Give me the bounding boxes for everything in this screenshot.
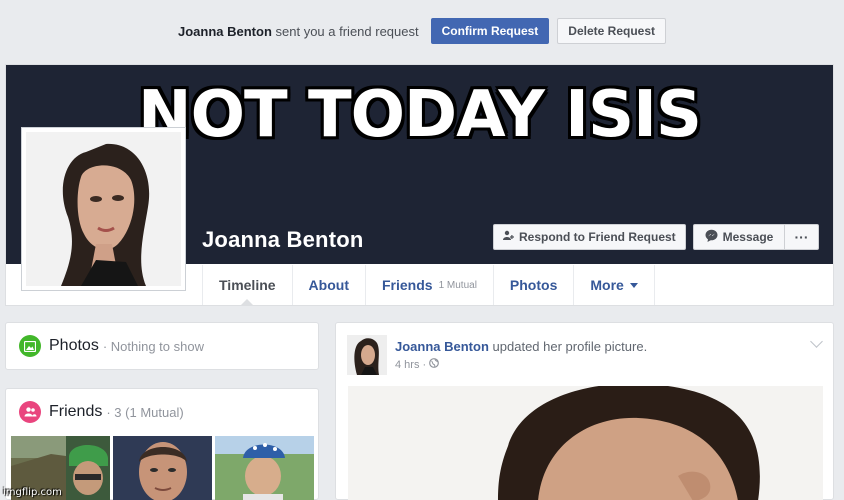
- profile-picture[interactable]: [21, 127, 186, 291]
- tab-about-label: About: [308, 277, 349, 293]
- friend-thumbnail[interactable]: [113, 436, 212, 500]
- friends-section-header: Friends · 3 (1 Mutual): [19, 401, 184, 423]
- confirm-request-button[interactable]: Confirm Request: [430, 18, 550, 44]
- post-author-name[interactable]: Joanna Benton: [395, 339, 489, 354]
- request-message: sent you a friend request: [275, 23, 419, 39]
- post-photo-image: [348, 386, 823, 500]
- friend-thumbnail[interactable]: [215, 436, 314, 500]
- friend-photo-2: [113, 436, 212, 500]
- post-author-avatar[interactable]: [347, 335, 387, 375]
- chevron-down-icon: [629, 282, 638, 288]
- friend-photo-3: [215, 436, 314, 500]
- tab-timeline[interactable]: Timeline: [202, 265, 292, 306]
- tab-photos[interactable]: Photos: [492, 265, 573, 305]
- friends-title[interactable]: Friends: [49, 403, 102, 421]
- tab-about[interactable]: About: [291, 265, 365, 305]
- photos-title[interactable]: Photos: [49, 337, 99, 355]
- post-action-text: updated her profile picture.: [492, 339, 648, 354]
- post-meta: 4 hrs ·: [395, 358, 440, 371]
- imgflip-watermark: imgflip.com: [3, 487, 62, 498]
- tab-photos-label: Photos: [509, 277, 558, 293]
- requester-name[interactable]: Joanna Benton: [178, 24, 272, 39]
- profile-portrait-image: [26, 132, 181, 286]
- post-photo[interactable]: [348, 386, 823, 500]
- tab-friends[interactable]: Friends 1 Mutual: [364, 265, 493, 305]
- post-options-chevron-icon[interactable]: [810, 335, 823, 348]
- post-avatar-image: [347, 335, 387, 375]
- tab-friends-label: Friends: [381, 277, 433, 293]
- respond-to-friend-request-button[interactable]: Respond to Friend Request: [493, 224, 686, 250]
- message-button[interactable]: Message: [693, 224, 785, 250]
- tab-more-label: More: [590, 277, 624, 293]
- friends-icon: [19, 401, 41, 423]
- friends-subtitle: · 3 (1 Mutual): [106, 404, 184, 420]
- messenger-icon: [705, 229, 718, 245]
- friend-request-icon: [503, 230, 514, 244]
- post-header-line: Joanna Benton updated her profile pictur…: [395, 339, 647, 354]
- photos-section: Photos · Nothing to show: [5, 322, 319, 370]
- tab-friends-mutual: 1 Mutual: [438, 279, 477, 291]
- tab-timeline-label: Timeline: [219, 277, 276, 293]
- friend-request-text: Joanna Benton sent you a friend request: [178, 24, 419, 39]
- respond-label: Respond to Friend Request: [519, 230, 676, 244]
- tab-more[interactable]: More: [573, 265, 655, 305]
- more-options-button[interactable]: ···: [784, 224, 819, 250]
- profile-picture-post: Joanna Benton updated her profile pictur…: [335, 322, 834, 500]
- profile-tabs: Timeline About Friends 1 Mutual Photos Mo…: [202, 265, 655, 306]
- profile-header: NOT TODAY ISIS Joanna Benton Respond to …: [5, 64, 834, 306]
- friend-request-bar: Joanna Benton sent you a friend request …: [0, 0, 844, 62]
- globe-icon: [429, 358, 440, 371]
- photos-subtitle: · Nothing to show: [102, 338, 204, 354]
- profile-name[interactable]: Joanna Benton: [202, 227, 364, 253]
- friends-section: Friends · 3 (1 Mutual): [5, 388, 319, 500]
- delete-request-button[interactable]: Delete Request: [557, 18, 666, 44]
- photos-icon: [19, 335, 41, 357]
- photos-section-header: Photos · Nothing to show: [19, 335, 204, 357]
- post-timestamp[interactable]: 4 hrs ·: [395, 359, 426, 371]
- message-label: Message: [722, 230, 774, 244]
